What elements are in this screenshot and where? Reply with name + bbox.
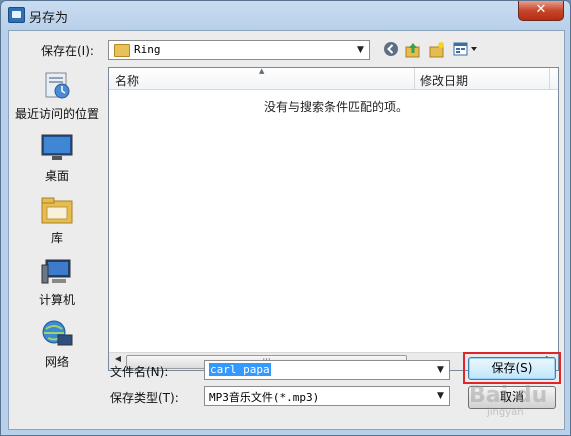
column-separator[interactable] bbox=[549, 68, 550, 89]
file-type-value: MP3音乐文件(*.mp3) bbox=[209, 391, 320, 404]
column-modified[interactable]: 修改日期 bbox=[420, 72, 468, 89]
close-button[interactable]: ✕ bbox=[518, 1, 564, 21]
chevron-down-icon[interactable]: ▼ bbox=[432, 361, 449, 379]
place-desktop[interactable]: 桌面 bbox=[9, 133, 105, 184]
column-separator[interactable] bbox=[414, 68, 415, 89]
column-name[interactable]: 名称 bbox=[115, 72, 139, 89]
save-in-label: 保存在(I): bbox=[41, 44, 94, 58]
places-bar: 最近访问的位置 桌面 库 计算机 网络 bbox=[9, 61, 105, 373]
libraries-icon bbox=[40, 195, 74, 225]
save-in-dropdown[interactable]: Ring ▼ bbox=[108, 40, 370, 60]
save-in-value: Ring bbox=[134, 43, 161, 56]
back-arrow-icon[interactable] bbox=[382, 41, 400, 59]
column-header: ▲ 名称 修改日期 bbox=[109, 67, 558, 90]
place-label: 最近访问的位置 bbox=[14, 107, 99, 121]
computer-icon bbox=[40, 257, 74, 287]
app-icon bbox=[8, 7, 25, 23]
place-network[interactable]: 网络 bbox=[9, 319, 105, 370]
save-button[interactable]: 保存(S) bbox=[468, 357, 556, 380]
place-label: 库 bbox=[50, 231, 63, 245]
place-recent[interactable]: 最近访问的位置 bbox=[9, 71, 105, 122]
scroll-left-icon[interactable]: ◀ bbox=[111, 354, 125, 363]
chevron-down-icon[interactable]: ▼ bbox=[432, 387, 449, 405]
network-icon bbox=[40, 319, 74, 349]
recent-places-icon bbox=[40, 71, 74, 101]
new-folder-icon[interactable] bbox=[428, 41, 446, 59]
watermark-sub: jingyan bbox=[487, 407, 524, 418]
watermark: Bai du bbox=[469, 383, 548, 408]
place-label: 计算机 bbox=[38, 293, 75, 307]
dialog-body: 保存在(I): Ring ▼ 最近访问的位置 桌面 库 计算机 网络 ▲ 名称 … bbox=[8, 30, 565, 430]
title-bar[interactable]: 另存为 ✕ bbox=[1, 1, 570, 29]
file-name-label: 文件名(N): bbox=[110, 365, 169, 379]
file-name-value[interactable]: carl papa bbox=[209, 363, 271, 376]
file-list[interactable]: ▲ 名称 修改日期 没有与搜索条件匹配的项。 ◀ ||| ▶ bbox=[108, 67, 559, 371]
place-computer[interactable]: 计算机 bbox=[9, 257, 105, 308]
place-label: 网络 bbox=[44, 355, 69, 369]
sort-indicator-icon: ▲ bbox=[259, 67, 265, 75]
file-name-input[interactable]: carl papa ▼ bbox=[204, 360, 450, 380]
up-folder-icon[interactable] bbox=[404, 41, 422, 59]
place-label: 桌面 bbox=[44, 169, 69, 183]
folder-icon bbox=[114, 44, 130, 57]
view-menu-icon[interactable] bbox=[453, 41, 479, 59]
desktop-icon bbox=[40, 133, 74, 163]
empty-message: 没有与搜索条件匹配的项。 bbox=[264, 100, 409, 114]
dialog-title: 另存为 bbox=[29, 11, 69, 26]
file-type-label: 保存类型(T): bbox=[110, 391, 179, 405]
chevron-down-icon[interactable]: ▼ bbox=[352, 41, 369, 59]
place-libraries[interactable]: 库 bbox=[9, 195, 105, 246]
save-as-dialog: 另存为 ✕ 保存在(I): Ring ▼ 最近访问的位置 桌面 库 计算机 网络… bbox=[0, 0, 571, 436]
file-type-dropdown[interactable]: MP3音乐文件(*.mp3) ▼ bbox=[204, 386, 450, 406]
